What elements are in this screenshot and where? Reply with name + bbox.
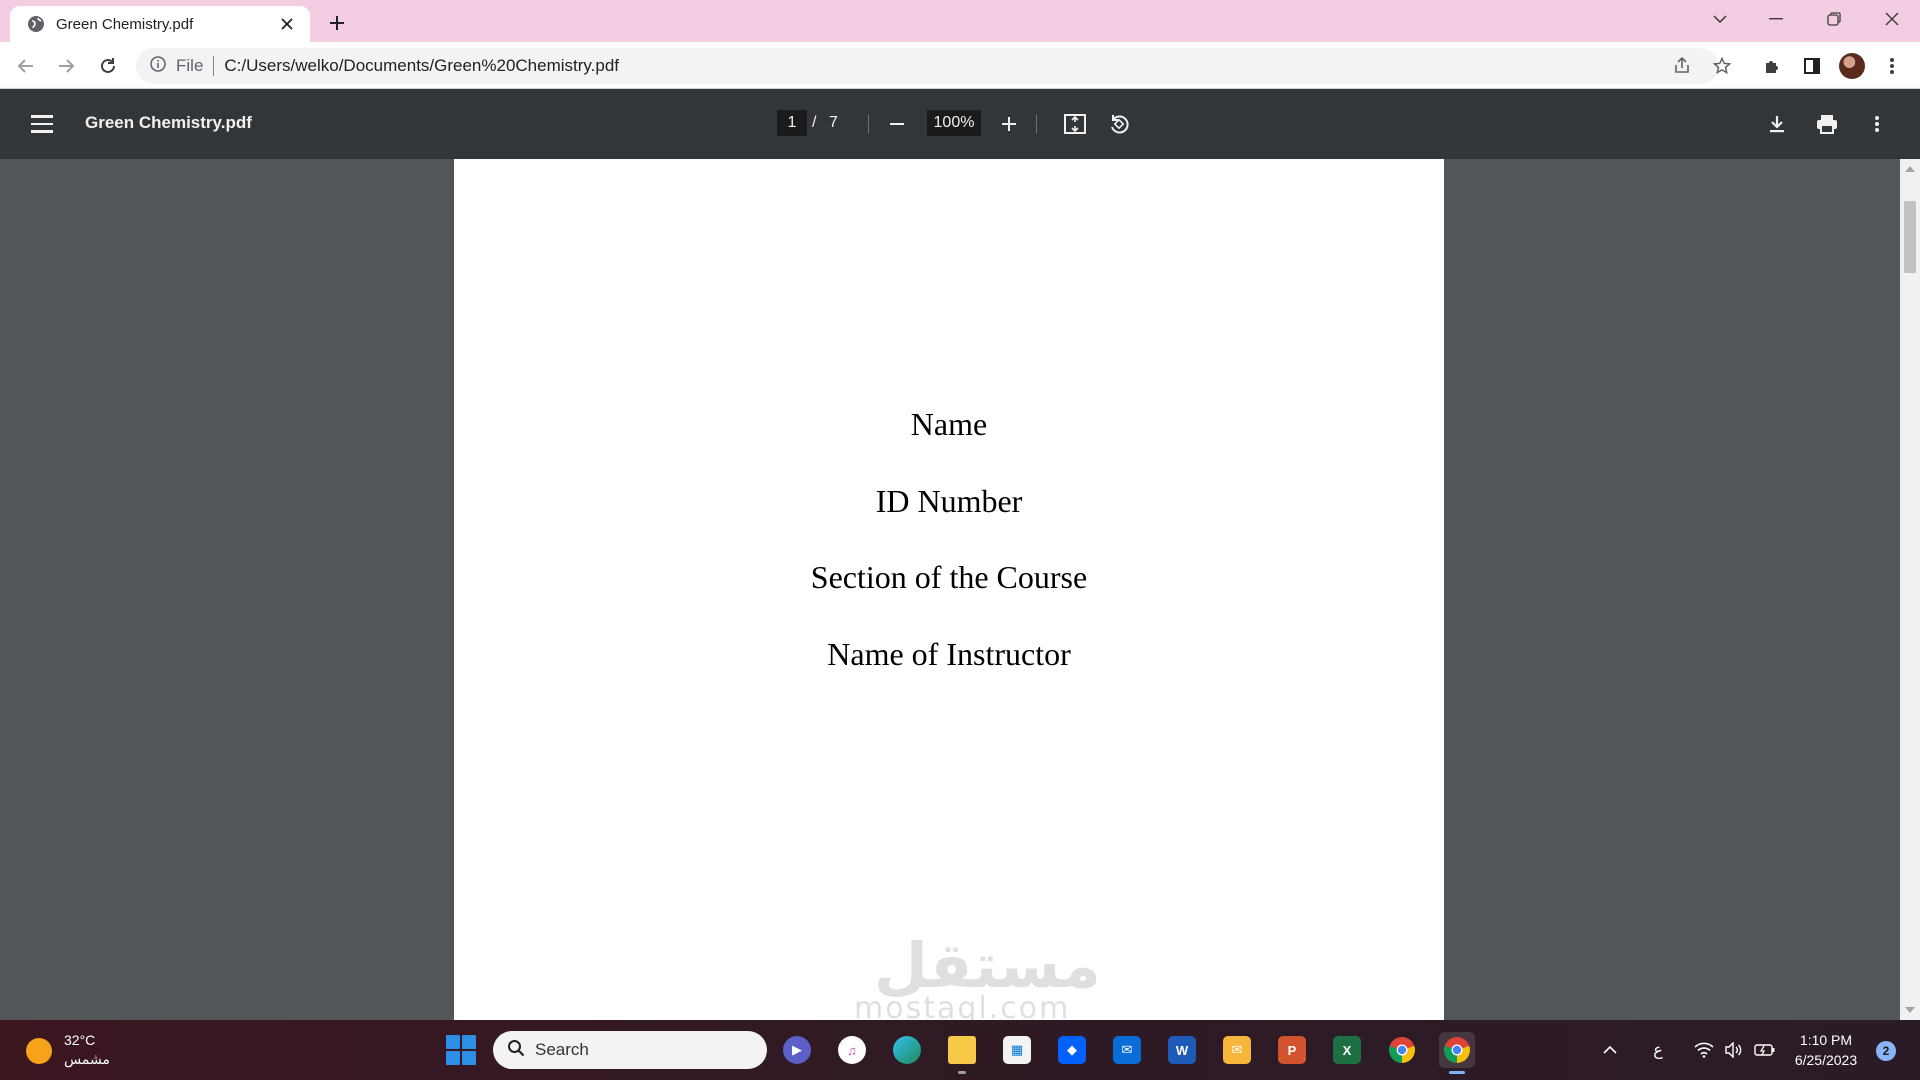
chrome-icon[interactable] <box>1384 1032 1420 1068</box>
divider <box>868 114 869 134</box>
page-separator: / <box>812 114 817 131</box>
more-options-icon[interactable] <box>1861 108 1893 140</box>
bookmark-star-icon[interactable] <box>1706 50 1738 82</box>
scrollbar-thumb[interactable] <box>1904 201 1916 273</box>
restore-button[interactable] <box>1806 0 1862 38</box>
mail-icon[interactable]: ✉ <box>1109 1032 1145 1068</box>
back-button[interactable] <box>10 50 42 82</box>
fit-to-page-icon[interactable] <box>1059 108 1091 140</box>
microsoft-store-icon[interactable]: ▦ <box>999 1032 1035 1068</box>
search-icon <box>507 1039 525 1062</box>
sun-icon <box>26 1038 52 1064</box>
pdf-toolbar: Green Chemistry.pdf 1 / 7 100% <box>0 89 1920 159</box>
avatar <box>1839 53 1865 79</box>
section-line: Section of the Course <box>810 559 1088 595</box>
globe-icon <box>26 14 46 34</box>
name-line: Name <box>910 406 988 442</box>
forward-button[interactable] <box>50 50 82 82</box>
hamburger-menu-icon[interactable] <box>26 108 58 140</box>
clock-date: 6/25/2023 <box>1794 1052 1858 1068</box>
windows-start-icon[interactable] <box>446 1035 476 1065</box>
minimize-button[interactable] <box>1748 0 1804 38</box>
close-window-button[interactable] <box>1864 0 1920 38</box>
weather-temperature: 32°C <box>64 1032 96 1048</box>
page-number-input[interactable]: 1 <box>777 110 807 136</box>
close-tab-icon[interactable] <box>276 13 298 35</box>
browser-toolbar: File C:/Users/welko/Documents/Green%20Ch… <box>0 42 1920 89</box>
share-icon[interactable] <box>1666 50 1698 82</box>
tab-search-icon[interactable] <box>1692 0 1748 38</box>
rotate-icon[interactable] <box>1103 108 1135 140</box>
file-explorer-icon[interactable] <box>944 1032 980 1074</box>
outlook-icon[interactable]: ✉ <box>1219 1032 1255 1068</box>
excel-icon[interactable]: X <box>1329 1032 1365 1068</box>
reload-button[interactable] <box>92 50 124 82</box>
active-indicator <box>1449 1071 1465 1074</box>
id-number-line: ID Number <box>875 483 1023 519</box>
dropbox-icon[interactable]: ◆ <box>1054 1032 1090 1068</box>
browser-tab-strip: Green Chemistry.pdf <box>0 0 1920 42</box>
weather-widget[interactable]: 32°C مشمس <box>26 1030 146 1072</box>
teams-meet-icon[interactable]: ▶ <box>779 1032 815 1068</box>
word-icon[interactable]: W <box>1164 1032 1200 1068</box>
taskbar-clock[interactable]: 1:10 PM 6/25/2023 <box>1786 1030 1866 1070</box>
side-panel-icon[interactable] <box>1796 50 1828 82</box>
keyboard-language[interactable]: ع <box>1648 1038 1668 1062</box>
zoom-out-button[interactable] <box>881 108 913 140</box>
notification-badge[interactable]: 2 <box>1876 1041 1896 1061</box>
tab-title: Green Chemistry.pdf <box>56 15 194 33</box>
battery-icon[interactable] <box>1752 1038 1778 1062</box>
instructor-line: Name of Instructor <box>827 636 1071 672</box>
url-separator <box>213 56 215 76</box>
taskbar-search-box[interactable]: Search <box>493 1031 767 1069</box>
edge-icon[interactable] <box>889 1032 925 1068</box>
info-icon[interactable] <box>150 55 166 77</box>
new-tab-button[interactable] <box>322 8 352 38</box>
show-hidden-icons-icon[interactable] <box>1600 1038 1620 1062</box>
address-bar[interactable]: File C:/Users/welko/Documents/Green%20Ch… <box>136 48 1731 84</box>
powerpoint-icon[interactable]: P <box>1274 1032 1310 1068</box>
pdf-page: Name ID Number Section of the Course Nam… <box>454 159 1444 1020</box>
pdf-document-area[interactable]: Name ID Number Section of the Course Nam… <box>0 159 1900 1020</box>
watermark-arabic: مستقل <box>874 929 1101 1002</box>
url-scheme: File <box>176 56 204 75</box>
url-text[interactable]: C:/Users/welko/Documents/Green%20Chemist… <box>224 56 619 76</box>
clock-time: 1:10 PM <box>1799 1032 1853 1048</box>
search-label: Search <box>535 1040 589 1059</box>
itunes-icon[interactable]: ♫ <box>834 1032 870 1068</box>
chrome-profile-icon[interactable] <box>1439 1032 1475 1074</box>
profile-avatar[interactable] <box>1836 50 1868 82</box>
page-total: 7 <box>829 114 838 131</box>
pdf-title: Green Chemistry.pdf <box>85 113 252 132</box>
vertical-scrollbar[interactable] <box>1900 159 1920 1020</box>
browser-tab[interactable]: Green Chemistry.pdf <box>10 6 310 42</box>
scroll-down-arrow-icon[interactable] <box>1900 1000 1920 1020</box>
weather-condition: مشمس <box>64 1052 110 1068</box>
chrome-menu-icon[interactable] <box>1876 50 1908 82</box>
zoom-in-button[interactable] <box>993 108 1025 140</box>
scroll-up-arrow-icon[interactable] <box>1900 159 1920 179</box>
extensions-puzzle-icon[interactable] <box>1756 50 1788 82</box>
windows-taskbar: 32°C مشمس Search ▶ ♫ ▦ ◆ ✉ W ✉ P X ع 1:1… <box>0 1020 1920 1080</box>
download-icon[interactable] <box>1761 108 1793 140</box>
print-icon[interactable] <box>1811 108 1843 140</box>
divider <box>1036 114 1037 134</box>
zoom-input[interactable]: 100% <box>927 110 981 136</box>
watermark-logo: مستقل mostaql.com <box>834 929 1101 1020</box>
watermark-latin: mostaql.com <box>854 991 1071 1020</box>
wifi-icon[interactable] <box>1692 1038 1716 1062</box>
volume-icon[interactable] <box>1722 1038 1746 1062</box>
